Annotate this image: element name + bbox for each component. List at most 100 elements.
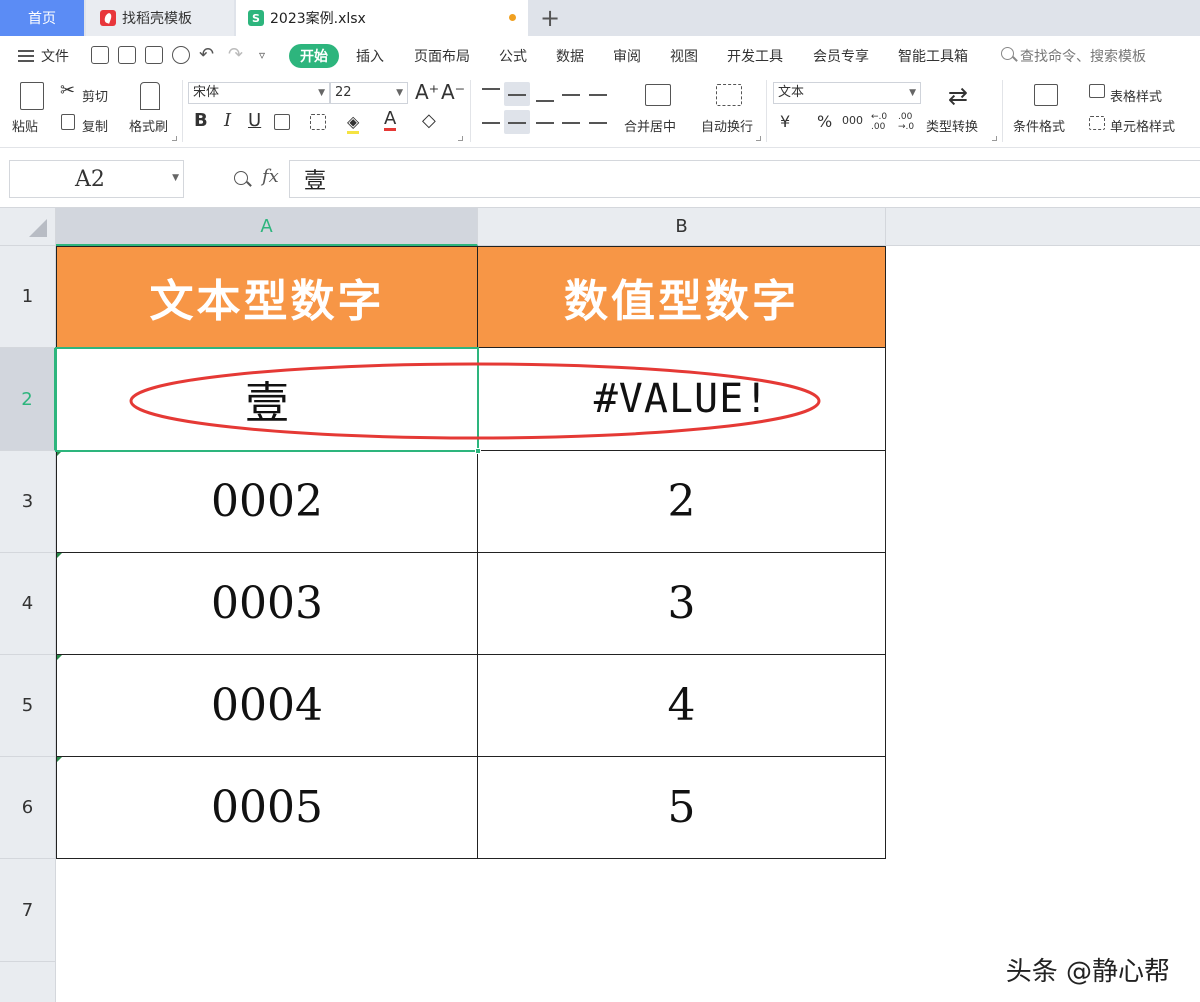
menu-icon[interactable] — [18, 50, 34, 62]
decimal-decrease-button[interactable]: .00 →.0 — [898, 112, 918, 132]
cell-b1[interactable]: 数值型数字 — [478, 246, 886, 348]
underline-button[interactable]: U — [248, 110, 261, 131]
export-icon[interactable] — [118, 46, 136, 64]
select-all-button[interactable] — [0, 208, 56, 246]
save-icon[interactable] — [91, 46, 109, 64]
undo-icon[interactable]: ↶ — [199, 44, 214, 65]
cell-a5[interactable]: 0004 — [56, 655, 478, 757]
currency-button[interactable]: ¥ — [780, 112, 790, 131]
row-header-4[interactable]: 4 — [0, 553, 56, 655]
cut-button[interactable]: 剪切 — [82, 86, 108, 105]
fill-handle[interactable] — [475, 448, 481, 454]
menu-page-layout[interactable]: 页面布局 — [414, 46, 470, 66]
conditional-format-button[interactable]: 条件格式 — [1013, 116, 1065, 135]
insert-function-button[interactable]: fx — [262, 166, 279, 187]
menu-insert[interactable]: 插入 — [356, 46, 384, 66]
table-style-icon[interactable] — [1089, 84, 1105, 98]
align-right-icon[interactable] — [536, 122, 554, 124]
name-box[interactable]: A2 ▼ — [9, 160, 184, 198]
menu-start[interactable]: 开始 — [289, 44, 339, 68]
zoom-search-icon[interactable] — [234, 171, 248, 185]
cell-a6[interactable]: 0005 — [56, 757, 478, 859]
cell-b4[interactable]: 3 — [478, 553, 886, 655]
wrap-text-button[interactable]: 自动换行 — [701, 116, 753, 135]
menu-dev-tools[interactable]: 开发工具 — [727, 46, 783, 66]
cell-style-icon[interactable] — [1089, 116, 1105, 130]
distributed-icon[interactable] — [589, 122, 607, 124]
merge-center-icon[interactable] — [645, 84, 671, 106]
fill-color-icon[interactable]: ◈ — [347, 112, 360, 134]
row-header-8[interactable] — [0, 962, 56, 1002]
copy-button[interactable]: 复制 — [82, 116, 108, 135]
print-icon[interactable] — [145, 46, 163, 64]
column-header-b[interactable]: B — [478, 208, 886, 246]
menu-data[interactable]: 数据 — [556, 46, 584, 66]
cell-b2[interactable]: #VALUE! — [478, 348, 886, 451]
border-icon[interactable] — [274, 114, 290, 130]
copy-icon[interactable] — [61, 114, 75, 130]
indent-increase-icon[interactable] — [589, 94, 607, 96]
tab-home[interactable]: 首页 — [0, 0, 84, 36]
align-center-icon[interactable] — [508, 122, 526, 124]
merge-center-button[interactable]: 合并居中 — [624, 116, 676, 135]
cell-b5[interactable]: 4 — [478, 655, 886, 757]
decimal-increase-button[interactable]: ←.0 .00 — [871, 112, 891, 132]
format-painter-icon[interactable] — [140, 82, 160, 110]
cell-b6[interactable]: 5 — [478, 757, 886, 859]
format-painter-button[interactable]: 格式刷 — [129, 116, 168, 135]
print-preview-icon[interactable] — [172, 46, 190, 64]
cell-a3[interactable]: 0002 — [56, 451, 478, 553]
alignment-dialog-launcher[interactable] — [756, 136, 761, 141]
menu-formula[interactable]: 公式 — [499, 46, 527, 66]
formula-input[interactable]: 壹 — [289, 160, 1200, 198]
align-bottom-icon[interactable] — [536, 100, 554, 102]
menu-view[interactable]: 视图 — [670, 46, 698, 66]
fill-pattern-icon[interactable] — [310, 114, 326, 130]
italic-button[interactable]: I — [224, 110, 231, 131]
indent-decrease-icon[interactable] — [562, 94, 580, 96]
search-icon[interactable] — [1001, 47, 1014, 60]
cell-b3[interactable]: 2 — [478, 451, 886, 553]
number-format-select[interactable]: 文本 ▼ — [773, 82, 921, 104]
customize-toolbar-icon[interactable]: ▿ — [259, 48, 265, 62]
number-dialog-launcher[interactable] — [992, 136, 997, 141]
table-style-button[interactable]: 表格样式 — [1110, 86, 1162, 105]
font-color-button[interactable]: A — [384, 110, 397, 131]
column-header-a[interactable]: A — [56, 208, 478, 246]
wrap-text-icon[interactable] — [716, 84, 742, 106]
thousands-button[interactable]: 000 — [842, 114, 863, 127]
justify-icon[interactable] — [562, 122, 580, 124]
convert-icon[interactable]: ⇄ — [948, 82, 968, 110]
font-shrink-icon[interactable]: A⁻ — [441, 80, 465, 104]
new-tab-button[interactable]: + — [538, 4, 562, 32]
align-middle-icon[interactable] — [508, 94, 526, 96]
cell-a2[interactable]: 壹 — [56, 348, 478, 451]
font-dialog-launcher[interactable] — [458, 136, 463, 141]
row-header-5[interactable]: 5 — [0, 655, 56, 757]
row-header-3[interactable]: 3 — [0, 451, 56, 553]
menu-review[interactable]: 审阅 — [613, 46, 641, 66]
menu-file[interactable]: 文件 — [41, 46, 69, 66]
redo-icon[interactable]: ↷ — [228, 44, 243, 65]
font-grow-icon[interactable]: A⁺ — [415, 80, 439, 104]
type-convert-button[interactable]: 类型转换 — [926, 116, 978, 135]
menu-member[interactable]: 会员专享 — [813, 46, 869, 66]
eraser-icon[interactable]: ◇ — [422, 110, 436, 131]
command-search[interactable]: 查找命令、搜索模板 — [1020, 46, 1146, 66]
percent-button[interactable]: % — [817, 112, 832, 131]
bold-button[interactable]: B — [194, 110, 208, 131]
font-size-select[interactable]: 22 ▼ — [330, 82, 408, 104]
tab-template[interactable]: 找稻壳模板 — [86, 0, 234, 36]
conditional-format-icon[interactable] — [1034, 84, 1058, 106]
font-name-select[interactable]: 宋体 ▼ — [188, 82, 330, 104]
menu-smart-tools[interactable]: 智能工具箱 — [898, 46, 968, 66]
align-left-icon[interactable] — [482, 122, 500, 124]
tab-file[interactable]: S 2023案例.xlsx — [236, 0, 528, 36]
row-header-2[interactable]: 2 — [0, 348, 56, 451]
row-header-1[interactable]: 1 — [0, 246, 56, 348]
row-header-6[interactable]: 6 — [0, 757, 56, 859]
scissors-icon[interactable]: ✂ — [60, 80, 75, 101]
clipboard-dialog-launcher[interactable] — [172, 136, 177, 141]
cell-style-button[interactable]: 单元格样式 — [1110, 116, 1175, 135]
align-top-icon[interactable] — [482, 88, 500, 90]
